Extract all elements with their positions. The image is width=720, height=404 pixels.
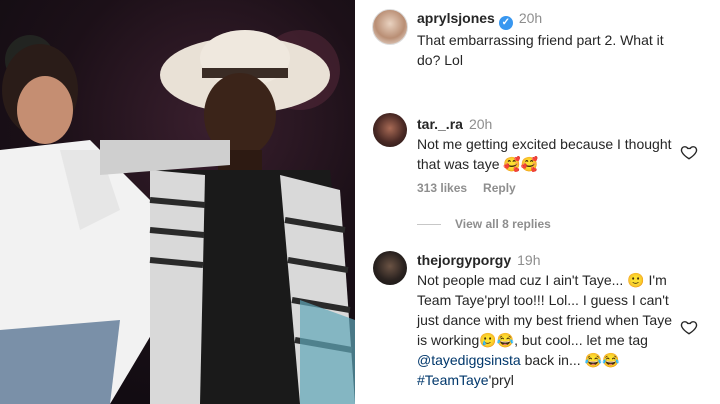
comment: thejorgyporgy 19h Not people mad cuz I ai… [417,252,680,390]
comment-meta: 313 likes Reply [417,181,532,195]
view-replies-label: View all 8 replies [455,217,551,231]
hashtag-link[interactable]: #TeamTaye [417,372,489,388]
comment: tar._.ra 20h Not me getting excited becau… [417,116,680,174]
caption-comment: aprylsjones ✓ 20h That embarrassing friend… [417,10,680,70]
avatar[interactable] [372,9,408,45]
divider [417,223,441,225]
comment-time[interactable]: 19h [517,252,540,268]
heart-outline-icon[interactable] [680,318,698,336]
comment-text: Not me getting excited because I thought… [417,136,672,172]
view-replies-button[interactable]: View all 8 replies [417,217,551,231]
comment-time[interactable]: 20h [469,116,492,132]
comments-panel: aprylsjones ✓ 20h That embarrassing friend… [355,0,720,404]
reply-button[interactable]: Reply [483,181,516,195]
mention-link[interactable]: @tayediggsinsta [417,352,521,368]
comment-username[interactable]: aprylsjones [417,10,495,26]
comment-text: That embarrassing friend part 2. What it… [417,32,664,68]
comment-text-part: back in... 😂😂 [520,352,620,368]
heart-outline-icon[interactable] [680,143,698,161]
comment-text-part: Not people mad cuz I ain't Taye... 🙂 I'm… [417,272,672,348]
comment-time[interactable]: 20h [519,10,542,26]
avatar[interactable] [373,251,407,285]
comment-username[interactable]: thejorgyporgy [417,252,511,268]
avatar[interactable] [373,113,407,147]
like-count[interactable]: 313 likes [417,181,467,195]
photo-illustration [0,30,355,404]
comment-text: Not people mad cuz I ain't Taye... 🙂 I'm… [417,270,680,390]
comment-text-part: 'pryl [488,372,514,388]
post-photo [0,0,355,404]
verified-badge-icon: ✓ [498,16,513,30]
comment-username[interactable]: tar._.ra [417,116,463,132]
